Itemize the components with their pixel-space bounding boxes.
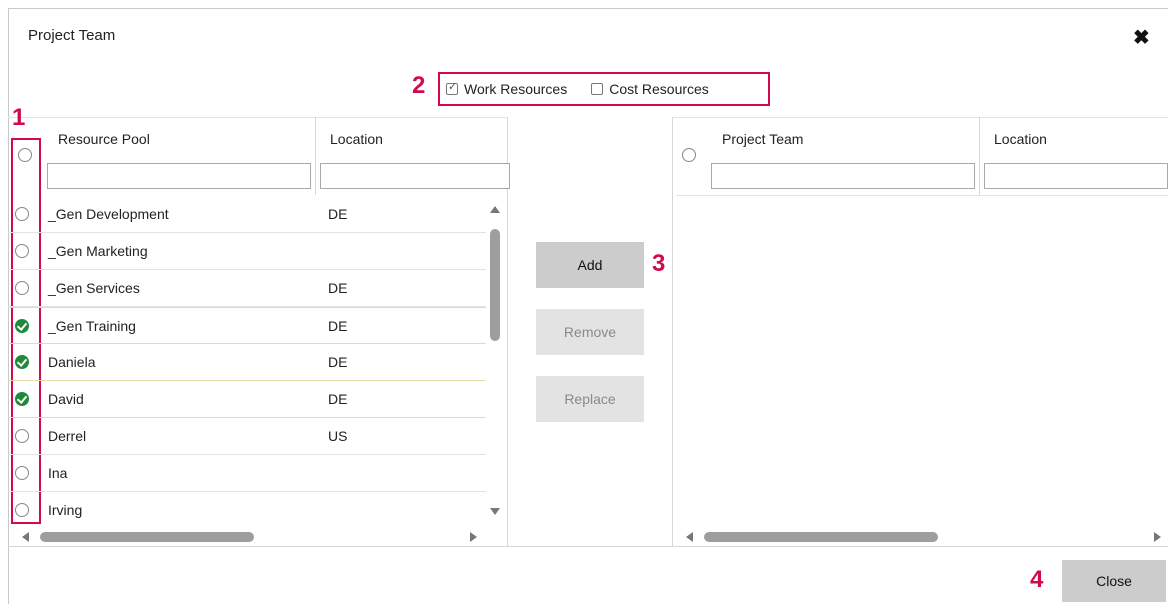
- project-team-filter-input[interactable]: [711, 163, 975, 189]
- table-row[interactable]: _Gen Development DE: [8, 196, 486, 233]
- resource-name: _Gen Marketing: [48, 243, 148, 259]
- cost-resources-checkbox[interactable]: Cost Resources: [591, 81, 709, 97]
- row-radio[interactable]: [15, 503, 29, 517]
- resource-name: _Gen Services: [48, 280, 140, 296]
- remove-button[interactable]: Remove: [536, 309, 644, 355]
- table-row[interactable]: Daniela DE: [8, 344, 486, 381]
- dialog-title: Project Team: [28, 27, 116, 44]
- add-button[interactable]: Add: [536, 242, 644, 288]
- select-all-radio[interactable]: [18, 148, 32, 162]
- scroll-down-icon[interactable]: [490, 508, 500, 515]
- callout-2: 2: [412, 72, 426, 99]
- row-radio[interactable]: [15, 244, 29, 258]
- resource-name: David: [48, 391, 84, 407]
- footer-divider: [8, 546, 1168, 547]
- table-row[interactable]: _Gen Marketing: [8, 233, 486, 270]
- close-button[interactable]: Close: [1062, 560, 1166, 602]
- row-radio[interactable]: [15, 429, 29, 443]
- scroll-left-icon[interactable]: [22, 532, 29, 542]
- selected-check-icon[interactable]: [15, 392, 29, 406]
- select-all-radio[interactable]: [682, 148, 696, 162]
- resource-type-filters: Work Resources Cost Resources: [438, 72, 770, 106]
- row-radio[interactable]: [15, 466, 29, 480]
- scroll-left-icon[interactable]: [686, 532, 693, 542]
- work-resources-label: Work Resources: [464, 81, 568, 97]
- resource-name: Daniela: [48, 354, 96, 370]
- table-row[interactable]: Derrel US: [8, 418, 486, 455]
- column-divider: [979, 117, 980, 195]
- horizontal-scroll-thumb[interactable]: [40, 532, 254, 542]
- row-radio[interactable]: [15, 207, 29, 221]
- cost-resources-label: Cost Resources: [609, 81, 709, 97]
- resource-name: _Gen Training: [48, 318, 136, 334]
- callout-3: 3: [652, 250, 666, 277]
- resource-location: DE: [328, 280, 348, 296]
- scroll-up-icon[interactable]: [490, 206, 500, 213]
- resource-location: DE: [328, 354, 348, 370]
- scroll-right-icon[interactable]: [1154, 532, 1161, 542]
- resource-location: DE: [328, 206, 348, 222]
- row-radio[interactable]: [15, 281, 29, 295]
- close-icon[interactable]: ✖: [1133, 25, 1150, 50]
- resource-location: US: [328, 428, 348, 444]
- checkbox-icon: [591, 83, 604, 95]
- resource-pool-filter-input[interactable]: [47, 163, 311, 189]
- table-row[interactable]: _Gen Training DE: [8, 307, 486, 344]
- project-team-header[interactable]: Project Team: [722, 131, 803, 147]
- location-header[interactable]: Location: [330, 131, 383, 147]
- resource-name: Ina: [48, 465, 68, 481]
- column-divider: [315, 117, 316, 195]
- replace-button[interactable]: Replace: [536, 376, 644, 422]
- resource-name: Derrel: [48, 428, 87, 444]
- table-row[interactable]: David DE: [8, 381, 486, 418]
- location-filter-input[interactable]: [984, 163, 1168, 189]
- table-row[interactable]: Irving: [8, 492, 486, 529]
- scroll-right-icon[interactable]: [470, 532, 477, 542]
- location-filter-input[interactable]: [320, 163, 510, 189]
- location-header[interactable]: Location: [994, 131, 1047, 147]
- table-row[interactable]: Ina: [8, 455, 486, 492]
- resource-name: _Gen Development: [48, 206, 169, 222]
- horizontal-scroll-thumb[interactable]: [704, 532, 938, 542]
- header-divider: [676, 195, 1168, 196]
- resource-location: DE: [328, 391, 348, 407]
- work-resources-checkbox[interactable]: Work Resources: [446, 80, 568, 97]
- vertical-scroll-thumb[interactable]: [490, 229, 500, 341]
- resource-location: DE: [328, 318, 348, 334]
- resource-pool-header[interactable]: Resource Pool: [58, 131, 150, 147]
- selected-check-icon[interactable]: [15, 355, 29, 369]
- selected-check-icon[interactable]: [15, 319, 29, 333]
- checkbox-icon: [446, 80, 458, 95]
- callout-1: 1: [12, 104, 26, 131]
- table-row[interactable]: _Gen Services DE: [8, 270, 486, 307]
- resource-name: Irving: [48, 502, 83, 518]
- callout-4: 4: [1030, 566, 1044, 593]
